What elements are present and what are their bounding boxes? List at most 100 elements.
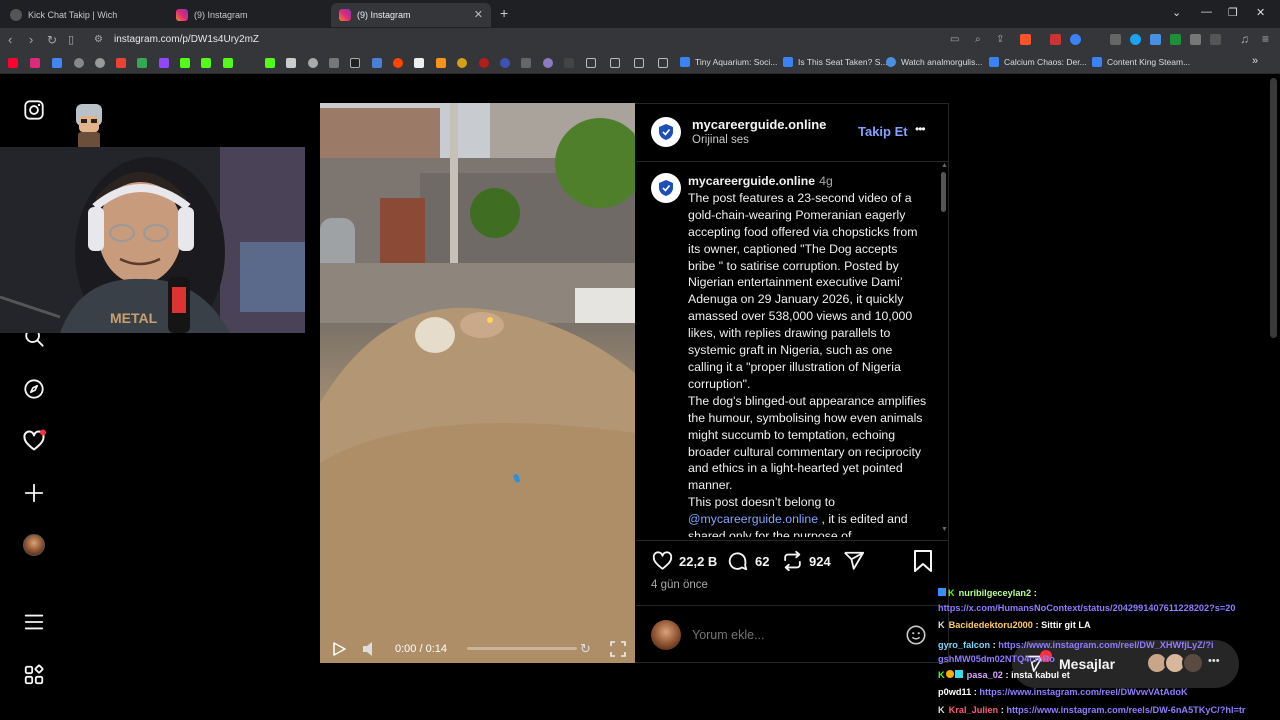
also-from-meta-icon[interactable]	[22, 663, 46, 687]
more-options-icon[interactable]: •••	[915, 122, 926, 136]
kick-bookmark-icon[interactable]	[201, 58, 211, 68]
extension-icon[interactable]	[1110, 34, 1121, 45]
audio-label[interactable]: Orijinal ses	[692, 134, 749, 146]
reload-icon[interactable]: ↻	[47, 33, 57, 47]
explore-icon[interactable]	[22, 377, 46, 401]
new-tab-button[interactable]: +	[500, 5, 508, 21]
comment-input[interactable]	[692, 626, 892, 644]
bookmark-icon[interactable]	[329, 58, 339, 68]
share-icon[interactable]	[843, 550, 865, 577]
x-bookmark-icon[interactable]	[350, 58, 360, 68]
caption-mention-link[interactable]: @mycareerguide.online	[688, 512, 818, 526]
extension-icon[interactable]	[1150, 34, 1161, 45]
play-icon[interactable]	[332, 642, 346, 661]
extension-icon[interactable]	[1050, 34, 1061, 45]
media-icon[interactable]: ♫	[1240, 32, 1249, 46]
comment-icon[interactable]	[726, 550, 749, 577]
back-icon[interactable]: ‹	[8, 32, 12, 47]
author-username[interactable]: mycareerguide.online	[692, 117, 826, 132]
bookmark-icon[interactable]	[372, 58, 382, 68]
folder-icon[interactable]	[586, 58, 596, 68]
loop-icon[interactable]: ↻	[580, 641, 591, 657]
emoji-icon[interactable]	[905, 624, 927, 651]
notifications-heart-icon[interactable]	[22, 429, 46, 453]
puzzle-icon[interactable]	[1190, 34, 1201, 45]
bookmark-link[interactable]: Content King Steam...	[1092, 57, 1190, 67]
tab-instagram[interactable]: (9) Instagram	[168, 3, 328, 27]
bookmark-icon[interactable]	[436, 58, 446, 68]
caption-scrollbar[interactable]: ▲ ▼	[941, 162, 948, 534]
bookmark-icon[interactable]	[564, 58, 574, 68]
chat-link[interactable]: https://x.com/HumansNoContext/status/204…	[938, 603, 1235, 613]
bookmark-icon[interactable]	[52, 58, 62, 68]
sidebar-icon[interactable]	[1210, 34, 1221, 45]
forward-icon[interactable]: ›	[29, 32, 33, 47]
menu-icon[interactable]: ≡	[1262, 32, 1269, 46]
instagram-logo-icon[interactable]	[22, 98, 46, 122]
zoom-icon[interactable]: ⌕	[975, 34, 981, 45]
youtube-bookmark-icon[interactable]	[8, 58, 18, 68]
bookmark-link[interactable]: Tiny Aquarium: Soci...	[680, 57, 777, 67]
minimize-icon[interactable]: —	[1201, 6, 1212, 18]
repost-icon[interactable]	[781, 550, 804, 577]
like-icon[interactable]	[651, 550, 674, 577]
repost-count[interactable]: 924	[809, 554, 831, 569]
comment-count[interactable]: 62	[755, 554, 769, 569]
bookmark-icon[interactable]	[414, 58, 424, 68]
instagram-bookmark-icon[interactable]	[30, 58, 40, 68]
bookmark-icon[interactable]	[74, 58, 84, 68]
bookmark-icon[interactable]	[500, 58, 510, 68]
more-bookmarks-icon[interactable]: »	[1252, 55, 1258, 67]
extension-icon[interactable]	[1130, 34, 1141, 45]
volume-icon[interactable]	[362, 641, 376, 662]
bookmark-icon[interactable]	[457, 58, 467, 68]
video-progress-bar[interactable]	[467, 647, 577, 650]
caption-avatar[interactable]	[651, 173, 681, 203]
brave-shield-icon[interactable]	[1020, 34, 1031, 45]
bookmark-link[interactable]: Calcium Chaos: Der...	[989, 57, 1087, 67]
tab-search-icon[interactable]: ⌄	[1172, 6, 1181, 19]
extension-icon[interactable]	[1170, 34, 1181, 45]
share-icon[interactable]: ⇪	[996, 34, 1004, 45]
tab-instagram-active[interactable]: (9) Instagram ✕	[331, 3, 491, 27]
site-settings-icon[interactable]: ⚙	[94, 34, 103, 45]
author-avatar[interactable]	[651, 117, 681, 147]
more-menu-icon[interactable]	[22, 610, 46, 634]
drive-bookmark-icon[interactable]	[137, 58, 147, 68]
chat-link[interactable]: https://www.instagram.com/reels/DW-6nA5T…	[1006, 705, 1245, 715]
gmail-bookmark-icon[interactable]	[116, 58, 126, 68]
like-count[interactable]: 22,2 B	[679, 554, 717, 569]
close-tab-icon[interactable]: ✕	[474, 8, 483, 21]
kick-bookmark-icon[interactable]	[265, 58, 275, 68]
kick-bookmark-icon[interactable]	[180, 58, 190, 68]
folder-icon[interactable]	[610, 58, 620, 68]
maximize-icon[interactable]: ❐	[1228, 6, 1238, 19]
page-scrollbar[interactable]	[1270, 78, 1277, 338]
create-plus-icon[interactable]	[22, 481, 46, 505]
tab-kick-chat[interactable]: Kick Chat Takip | Wich	[2, 3, 167, 27]
reddit-bookmark-icon[interactable]	[393, 58, 403, 68]
bookmark-icon[interactable]	[286, 58, 296, 68]
close-window-icon[interactable]: ✕	[1256, 6, 1265, 19]
kick-bookmark-icon[interactable]	[223, 58, 233, 68]
cast-icon[interactable]: ▭	[950, 34, 959, 45]
fullscreen-icon[interactable]	[610, 641, 626, 662]
bookmark-page-icon[interactable]: ▯	[68, 33, 74, 46]
save-bookmark-icon[interactable]	[913, 550, 933, 577]
twitch-bookmark-icon[interactable]	[159, 58, 169, 68]
post-video[interactable]: 0:00 / 0:14 ↻	[320, 103, 635, 663]
folder-icon[interactable]	[658, 58, 668, 68]
caption-username[interactable]: mycareerguide.online	[688, 174, 815, 188]
bookmark-link[interactable]: Watch analmorgulis...	[886, 57, 982, 67]
url-field[interactable]: instagram.com/p/DW1s4Ury2mZ	[114, 34, 259, 45]
extension-icon[interactable]	[1070, 34, 1081, 45]
bookmark-icon[interactable]	[543, 58, 553, 68]
bookmark-icon[interactable]	[521, 58, 531, 68]
folder-icon[interactable]	[634, 58, 644, 68]
follow-button[interactable]: Takip Et	[858, 124, 908, 139]
bookmark-icon[interactable]	[479, 58, 489, 68]
profile-avatar[interactable]	[22, 533, 46, 557]
bookmark-link[interactable]: Is This Seat Taken? S...	[783, 57, 887, 67]
bookmark-icon[interactable]	[308, 58, 318, 68]
bookmark-icon[interactable]	[95, 58, 105, 68]
